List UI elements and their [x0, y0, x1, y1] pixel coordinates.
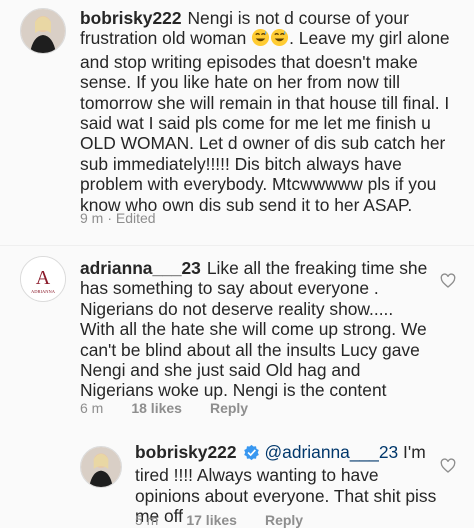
- comment-3-likes[interactable]: 17 likes: [186, 512, 237, 528]
- heart-icon[interactable]: [440, 273, 456, 289]
- heart-icon[interactable]: [440, 458, 456, 474]
- comment-2-reply-button[interactable]: Reply: [210, 400, 248, 416]
- divider: [0, 245, 474, 246]
- comment-3-time: 5 m: [135, 512, 159, 528]
- comment-3-mention[interactable]: @adrianna___23: [265, 442, 399, 462]
- grinning-sweat-emoji: [270, 28, 289, 51]
- comment-2-text: adrianna___23 Like all the freaking time …: [80, 258, 432, 401]
- profile-photo-icon: [21, 9, 65, 53]
- avatar-bobrisky222[interactable]: [20, 8, 66, 54]
- comment-1-text: bobrisky222 Nengi is not d course of your…: [80, 8, 462, 215]
- comment-2-meta: 6 m 18 likes Reply: [80, 400, 248, 416]
- comment-3-username[interactable]: bobrisky222: [135, 442, 237, 462]
- comment-3-reply-button[interactable]: Reply: [265, 512, 303, 528]
- svg-text:A: A: [36, 267, 51, 289]
- profile-photo-icon: [81, 447, 121, 487]
- comment-1-text-part2: . Leave my girl alone and stop writing e…: [80, 28, 450, 215]
- svg-text:ADRIANNA: ADRIANNA: [31, 289, 56, 294]
- grinning-sweat-emoji: [251, 28, 270, 51]
- avatar-adrianna[interactable]: A ADRIANNA: [20, 256, 66, 302]
- comment-2-username[interactable]: adrianna___23: [80, 258, 201, 278]
- adrianna-logo-icon: A ADRIANNA: [21, 257, 65, 301]
- comment-2-likes[interactable]: 18 likes: [131, 400, 182, 416]
- comment-3-meta: 5 m 17 likes Reply: [135, 512, 303, 528]
- comment-2-body: Like all the freaking time she has somet…: [80, 258, 428, 401]
- verified-badge-icon: [243, 444, 260, 465]
- comment-1-time: 9 m: [80, 210, 104, 226]
- comment-1-meta: 9 m · Edited: [80, 210, 156, 226]
- comment-1-edited: · Edited: [107, 210, 156, 226]
- comment-2-time: 6 m: [80, 400, 104, 416]
- avatar-bobrisky222-reply[interactable]: [80, 446, 122, 488]
- comment-1-username[interactable]: bobrisky222: [80, 8, 182, 28]
